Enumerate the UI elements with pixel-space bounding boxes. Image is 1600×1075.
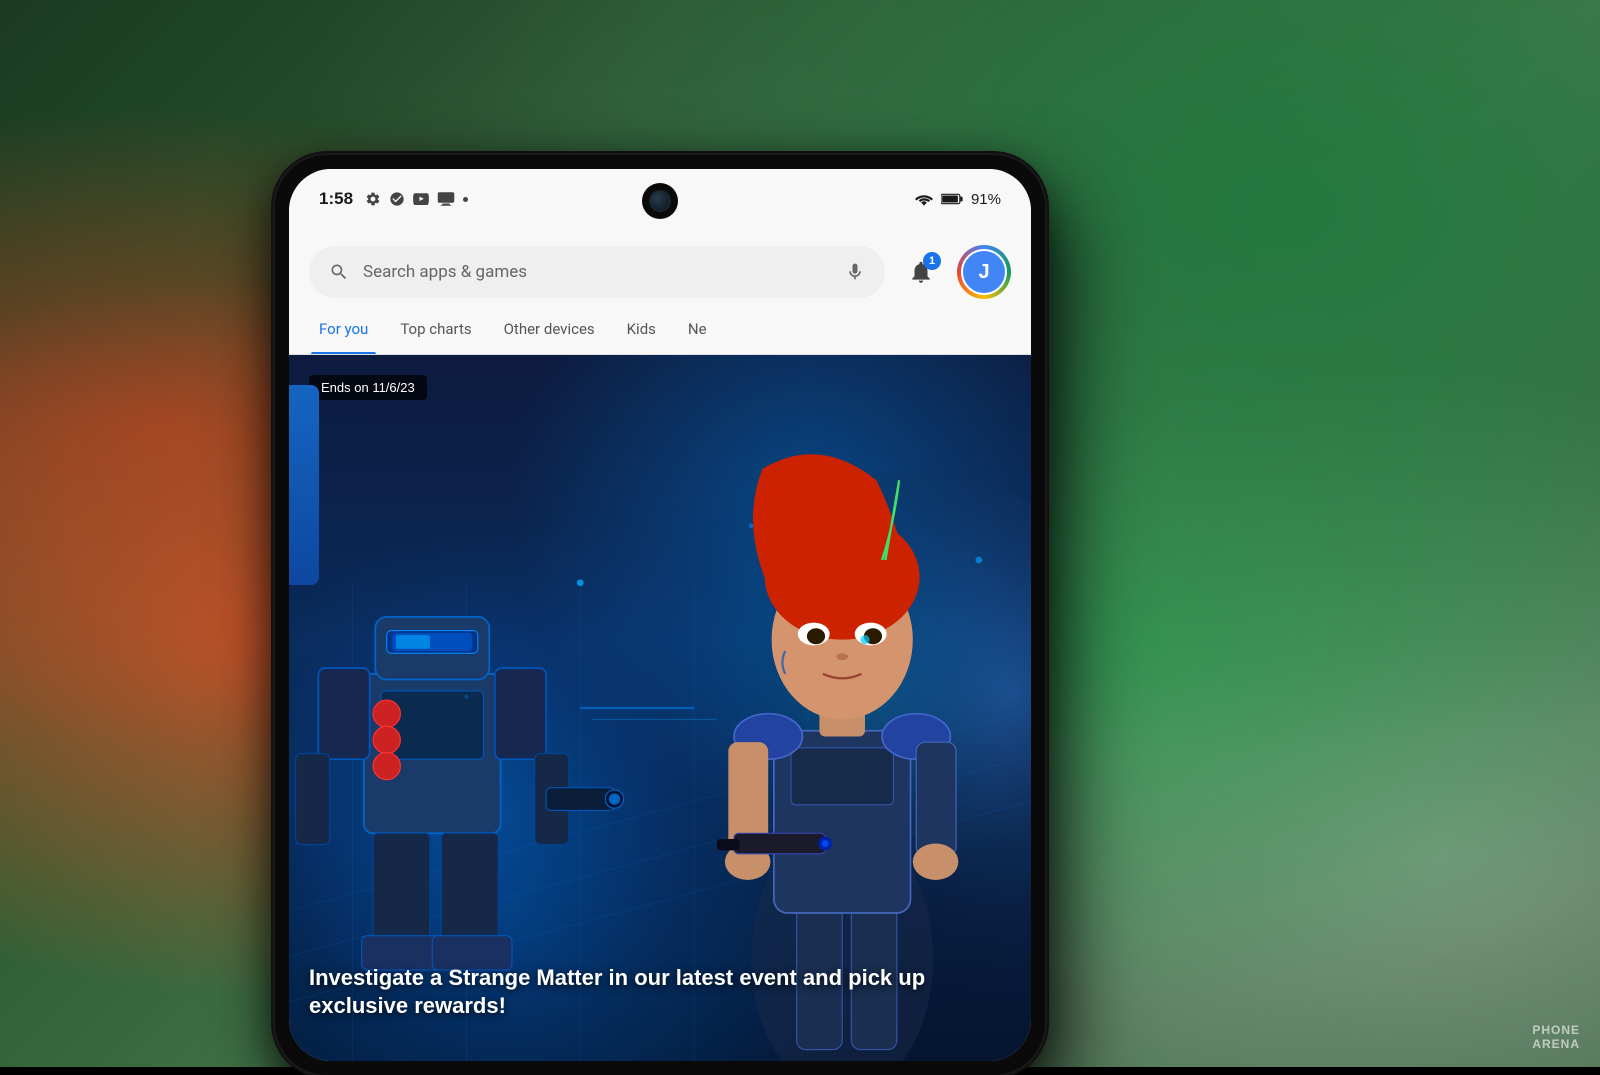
watermark-line1: PHONE [1532, 1023, 1580, 1037]
search-placeholder: Search apps & games [363, 262, 831, 282]
avatar-letter: J [978, 261, 989, 284]
status-dot [463, 197, 468, 202]
search-area: Search apps & games 1 J [289, 229, 1031, 311]
notification-button[interactable]: 1 [897, 248, 945, 296]
settings-icon [365, 191, 381, 207]
youtube-tv-icon [437, 192, 455, 206]
user-avatar[interactable]: J [957, 245, 1011, 299]
game-banner: Ends on 11/6/23 Investigate a Strange Ma… [289, 355, 1031, 1061]
camera-notch [642, 183, 678, 219]
watermark: PHONE ARENA [1532, 1023, 1580, 1051]
notification-badge: 1 [923, 252, 941, 270]
check-circle-icon [389, 191, 405, 207]
avatar-inner: J [961, 249, 1007, 295]
mic-icon[interactable] [845, 262, 865, 282]
content-area: Ends on 11/6/23 Investigate a Strange Ma… [289, 355, 1031, 1061]
game-art-svg [289, 355, 1031, 1061]
left-card-partial [289, 385, 319, 585]
phone-screen: 1:58 [289, 169, 1031, 1061]
status-right: 91% [915, 191, 1001, 208]
status-icons [365, 191, 468, 207]
tab-top-charts[interactable]: Top charts [384, 303, 487, 355]
ends-badge: Ends on 11/6/23 [309, 375, 427, 400]
status-left: 1:58 [319, 189, 468, 209]
tab-for-you[interactable]: For you [303, 303, 384, 355]
tab-other-devices[interactable]: Other devices [488, 303, 611, 355]
search-icon [329, 262, 349, 282]
navigation-tabs: For you Top charts Other devices Kids Ne [289, 303, 1031, 355]
banner-text-area: Investigate a Strange Matter in our late… [309, 964, 1011, 1021]
phone-body: 1:58 [275, 155, 1045, 1075]
banner-title: Investigate a Strange Matter in our late… [309, 964, 1011, 1021]
wifi-icon [915, 192, 933, 206]
watermark-line2: ARENA [1532, 1037, 1580, 1051]
phone-device: 1:58 [275, 155, 1045, 1075]
battery-percentage: 91% [971, 191, 1001, 208]
tab-kids[interactable]: Kids [611, 303, 672, 355]
battery-icon [941, 193, 963, 205]
youtube-icon [413, 193, 429, 205]
search-bar[interactable]: Search apps & games [309, 246, 885, 298]
camera-lens [649, 190, 671, 212]
tab-new[interactable]: Ne [672, 303, 723, 355]
status-time: 1:58 [319, 189, 353, 209]
